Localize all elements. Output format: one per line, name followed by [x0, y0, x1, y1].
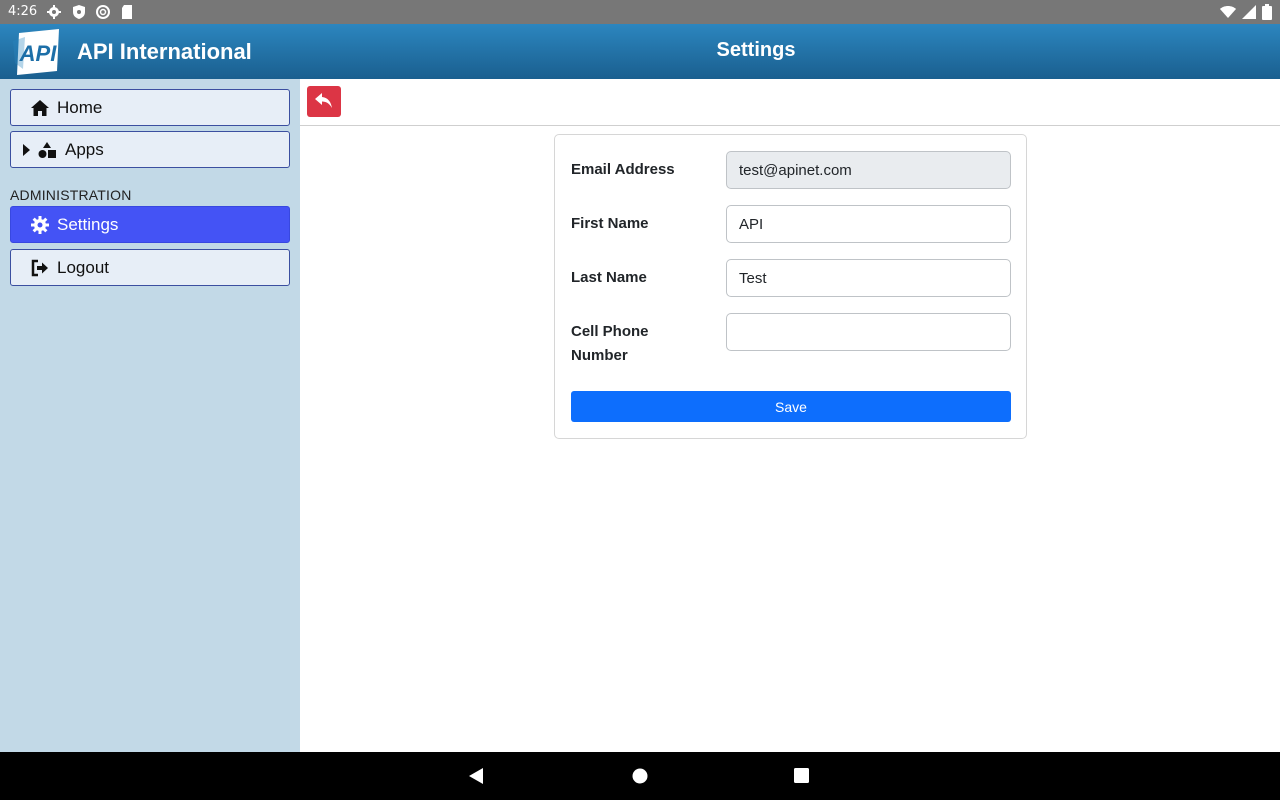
sidebar: Home Apps ADMINISTRATION Settings Logout [0, 79, 300, 752]
cell-phone-label: Cell Phone Number [571, 320, 649, 368]
home-icon [31, 100, 49, 116]
shield-status-icon [73, 5, 85, 19]
sidebar-item-label: Home [57, 98, 103, 117]
reply-arrow-icon [315, 93, 332, 108]
last-name-field[interactable] [726, 259, 1011, 297]
sidebar-item-label: Logout [57, 258, 109, 277]
content-toolbar [300, 79, 1280, 126]
section-label-administration: ADMINISTRATION [10, 187, 132, 203]
sidebar-item-home[interactable]: Home [10, 89, 290, 126]
logout-icon [31, 259, 48, 277]
sidebar-item-logout[interactable]: Logout [10, 249, 290, 286]
gear-icon [31, 216, 49, 234]
cell-phone-label-line2: Number [571, 347, 628, 364]
wifi-icon [1220, 6, 1236, 18]
app-title: API International [77, 39, 252, 64]
home-nav-icon[interactable] [632, 768, 648, 784]
api-logo-icon: API [13, 29, 59, 75]
cell-phone-field[interactable] [726, 313, 1011, 351]
settings-form-card: Email Address First Name Last Name Cell … [554, 134, 1027, 439]
shapes-icon [38, 142, 56, 158]
caret-right-icon [23, 144, 30, 156]
sidebar-item-label: Apps [65, 140, 104, 159]
email-field[interactable] [726, 151, 1011, 189]
last-name-label: Last Name [571, 269, 647, 286]
app-header: API API International Settings [0, 24, 1280, 79]
save-button[interactable]: Save [571, 391, 1011, 422]
status-bar: 4:26 [0, 0, 1280, 24]
status-time: 4:26 [8, 4, 38, 19]
sync-status-icon [96, 5, 110, 19]
sdcard-status-icon [122, 5, 132, 19]
sidebar-item-settings[interactable]: Settings [10, 206, 290, 243]
signal-icon [1242, 5, 1256, 19]
email-label: Email Address [571, 161, 675, 178]
battery-icon [1262, 4, 1272, 20]
svg-text:API: API [19, 41, 58, 66]
back-nav-icon[interactable] [468, 768, 484, 784]
recents-nav-icon[interactable] [794, 768, 809, 783]
first-name-field[interactable] [726, 205, 1011, 243]
android-nav-bar [0, 752, 1280, 800]
cell-phone-label-line1: Cell Phone [571, 323, 649, 340]
settings-status-icon [47, 5, 61, 19]
first-name-label: First Name [571, 215, 649, 232]
back-button[interactable] [307, 86, 341, 117]
sidebar-item-label: Settings [57, 215, 119, 234]
sidebar-item-apps[interactable]: Apps [10, 131, 290, 168]
